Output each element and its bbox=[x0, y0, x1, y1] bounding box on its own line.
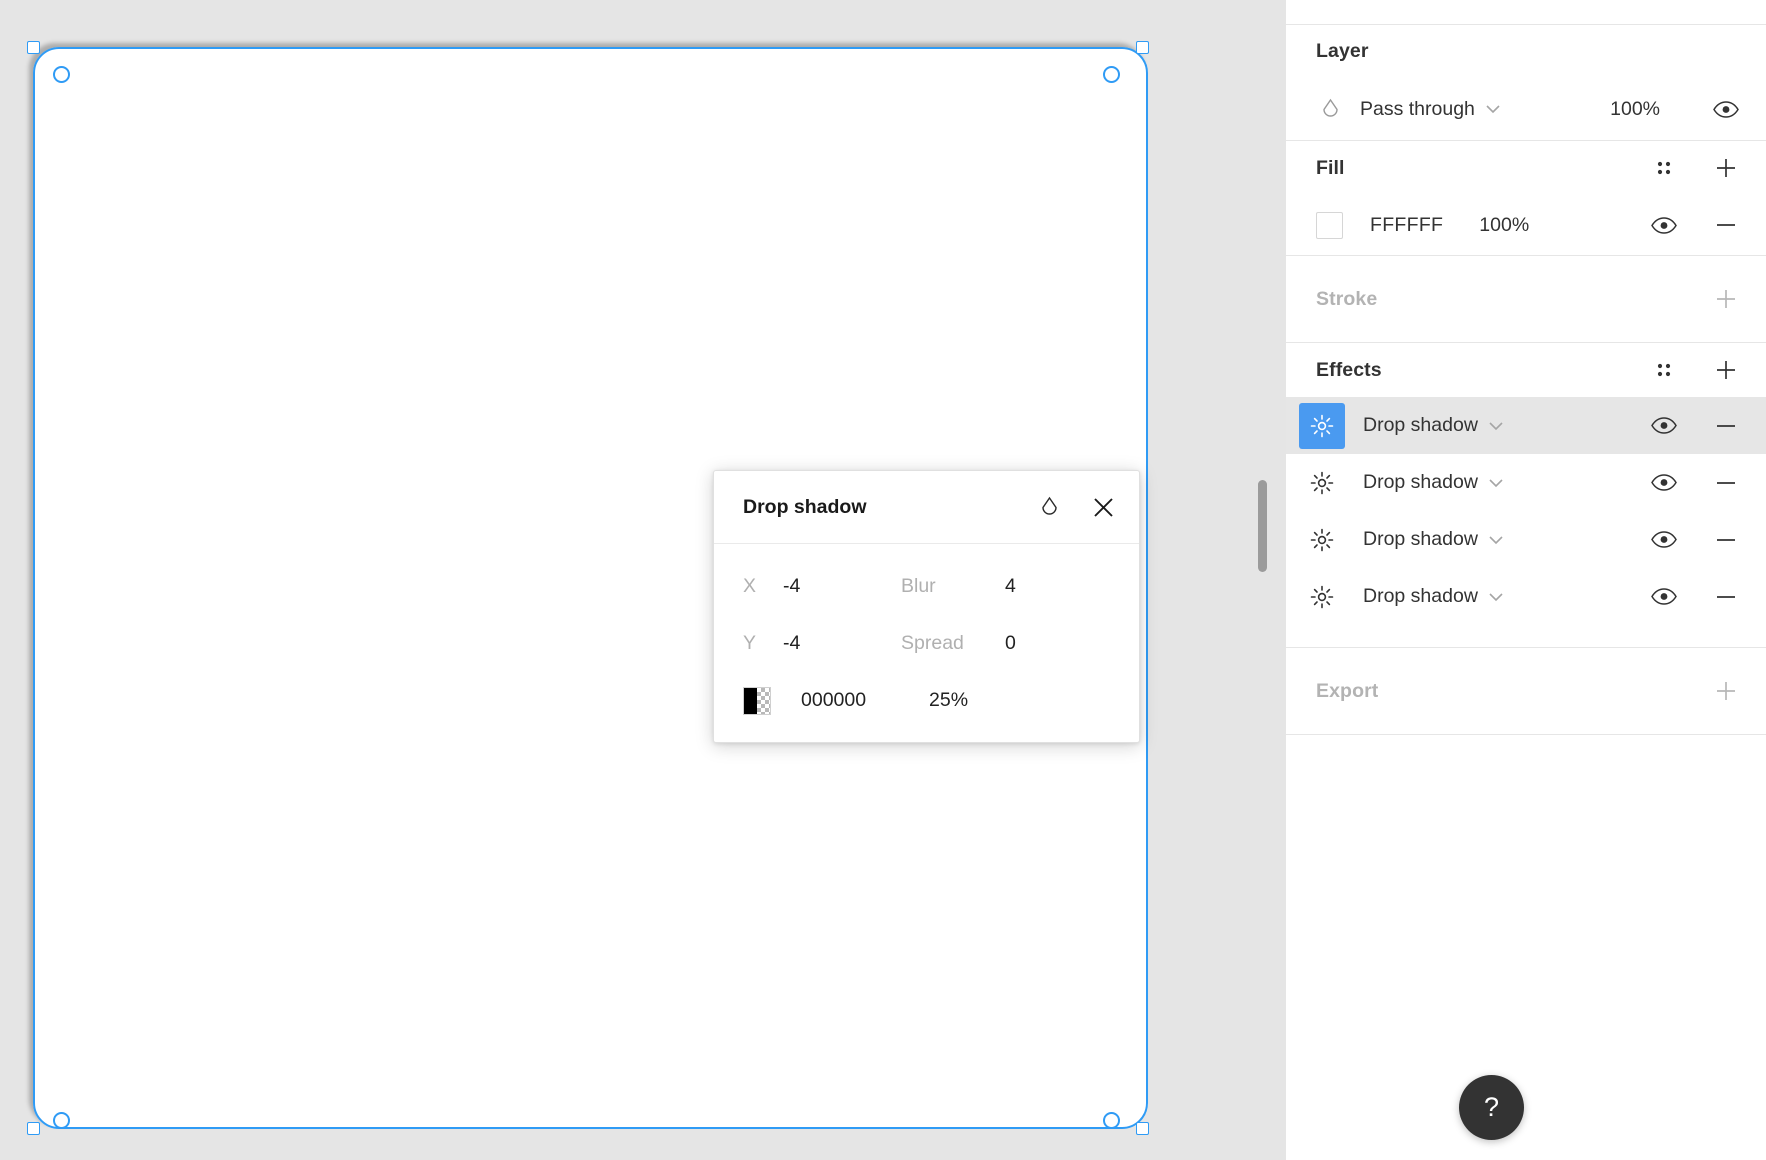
export-section-title: Export bbox=[1316, 679, 1379, 702]
help-button[interactable]: ? bbox=[1459, 1075, 1524, 1140]
popup-row-x-blur: X -4 Blur 4 bbox=[714, 558, 1139, 615]
spread-field-label: Spread bbox=[901, 632, 964, 654]
effect-label-3[interactable]: Drop shadow bbox=[1363, 585, 1478, 608]
effect-row-3[interactable]: Drop shadow bbox=[1286, 568, 1766, 625]
effect-row-0[interactable]: Drop shadow bbox=[1286, 397, 1766, 454]
effect-sun-icon[interactable] bbox=[1299, 460, 1345, 506]
effect-sun-icon[interactable] bbox=[1299, 517, 1345, 563]
stroke-section-header: Stroke bbox=[1286, 256, 1766, 342]
corner-radius-handle-bottom-right[interactable] bbox=[1103, 1112, 1120, 1129]
x-field-label: X bbox=[743, 575, 757, 597]
layer-opacity-value[interactable]: 100% bbox=[1610, 98, 1660, 121]
eye-icon[interactable] bbox=[1650, 412, 1678, 440]
effect-row-2[interactable]: Drop shadow bbox=[1286, 511, 1766, 568]
four-dot-grid-icon[interactable] bbox=[1650, 356, 1678, 384]
popup-row-color: 000000 25% bbox=[714, 672, 1139, 729]
fill-color-swatch[interactable] bbox=[1316, 211, 1343, 239]
popup-header: Drop shadow bbox=[714, 471, 1139, 544]
four-dot-grid-icon[interactable] bbox=[1650, 154, 1678, 182]
minus-icon[interactable] bbox=[1712, 583, 1740, 611]
corner-radius-handle-top-left[interactable] bbox=[53, 66, 70, 83]
layer-blend-row: Pass through 100% bbox=[1286, 78, 1766, 140]
swatch-solid-half bbox=[744, 687, 757, 714]
chevron-down-icon[interactable] bbox=[1488, 535, 1504, 545]
effect-row-1[interactable]: Drop shadow bbox=[1286, 454, 1766, 511]
resize-handle-top-left[interactable] bbox=[27, 41, 40, 54]
fill-section: Fill FFFFFF 100% bbox=[1286, 141, 1766, 256]
resize-handle-bottom-left[interactable] bbox=[27, 1122, 40, 1135]
help-button-label: ? bbox=[1483, 1092, 1500, 1122]
chevron-down-icon[interactable] bbox=[1488, 421, 1504, 431]
export-section-header: Export bbox=[1286, 648, 1766, 734]
plus-icon[interactable] bbox=[1712, 285, 1740, 313]
properties-panel: Layer Pass through 100% Fill FFFFFF 100%… bbox=[1285, 0, 1766, 1160]
minus-icon[interactable] bbox=[1712, 469, 1740, 497]
blur-field-label: Blur bbox=[901, 575, 936, 597]
chevron-down-icon[interactable] bbox=[1488, 592, 1504, 602]
layer-section: Layer Pass through 100% bbox=[1286, 24, 1766, 141]
eye-icon[interactable] bbox=[1650, 469, 1678, 497]
blend-mode-label[interactable]: Pass through bbox=[1360, 98, 1475, 121]
stroke-section-title: Stroke bbox=[1316, 287, 1378, 310]
close-icon[interactable] bbox=[1089, 493, 1117, 521]
plus-icon[interactable] bbox=[1712, 356, 1740, 384]
resize-handle-top-right[interactable] bbox=[1136, 41, 1149, 54]
popup-body: X -4 Blur 4 Y -4 Spread 0 000000 25% bbox=[714, 544, 1139, 729]
effects-section-header: Effects bbox=[1286, 343, 1766, 397]
blur-field-value[interactable]: 4 bbox=[1005, 575, 1065, 598]
popup-row-y-spread: Y -4 Spread 0 bbox=[714, 615, 1139, 672]
effect-label-0[interactable]: Drop shadow bbox=[1363, 414, 1478, 437]
fill-hex-value[interactable]: FFFFFF bbox=[1370, 214, 1443, 237]
minus-icon[interactable] bbox=[1712, 211, 1740, 239]
chevron-down-icon[interactable] bbox=[1485, 104, 1501, 114]
spread-field-value[interactable]: 0 bbox=[1005, 632, 1065, 655]
eye-icon[interactable] bbox=[1712, 95, 1740, 123]
fill-section-header: Fill bbox=[1286, 141, 1766, 195]
eye-icon[interactable] bbox=[1650, 526, 1678, 554]
y-field-value[interactable]: -4 bbox=[783, 632, 901, 655]
corner-radius-handle-top-right[interactable] bbox=[1103, 66, 1120, 83]
eye-icon[interactable] bbox=[1650, 211, 1678, 239]
effects-section: Effects Drop shadow Drop shadow Drop sha… bbox=[1286, 343, 1766, 648]
export-section: Export bbox=[1286, 648, 1766, 735]
chevron-down-icon[interactable] bbox=[1488, 478, 1504, 488]
swatch-alpha-half bbox=[757, 687, 770, 714]
effects-section-title: Effects bbox=[1316, 358, 1382, 381]
layer-section-title: Layer bbox=[1316, 39, 1369, 62]
y-field-label: Y bbox=[743, 632, 757, 654]
effect-sun-icon[interactable] bbox=[1299, 402, 1345, 449]
shadow-hex-value[interactable]: 000000 bbox=[801, 689, 929, 712]
minus-icon[interactable] bbox=[1712, 412, 1740, 440]
corner-radius-handle-bottom-left[interactable] bbox=[53, 1112, 70, 1129]
fill-item-row[interactable]: FFFFFF 100% bbox=[1286, 195, 1766, 255]
effect-sun-icon[interactable] bbox=[1299, 574, 1345, 620]
plus-icon[interactable] bbox=[1712, 677, 1740, 705]
resize-handle-bottom-right[interactable] bbox=[1136, 1122, 1149, 1135]
plus-icon[interactable] bbox=[1712, 154, 1740, 182]
x-field-value[interactable]: -4 bbox=[783, 575, 901, 598]
fill-section-title: Fill bbox=[1316, 156, 1345, 179]
effect-label-2[interactable]: Drop shadow bbox=[1363, 528, 1478, 551]
shadow-color-swatch[interactable] bbox=[743, 686, 771, 715]
fill-opacity-value[interactable]: 100% bbox=[1479, 214, 1529, 237]
minus-icon[interactable] bbox=[1712, 526, 1740, 554]
figma-window: Layer Pass through 100% Fill FFFFFF 100%… bbox=[0, 0, 1766, 1160]
stroke-section: Stroke bbox=[1286, 256, 1766, 343]
eye-icon[interactable] bbox=[1650, 583, 1678, 611]
popup-title: Drop shadow bbox=[743, 495, 867, 518]
droplet-icon[interactable] bbox=[1316, 95, 1344, 123]
drop-shadow-popup[interactable]: Drop shadow X -4 Blur 4 Y -4 Spread 0 00… bbox=[713, 470, 1140, 743]
effect-label-1[interactable]: Drop shadow bbox=[1363, 471, 1478, 494]
layer-section-header: Layer bbox=[1286, 24, 1766, 78]
droplet-icon[interactable] bbox=[1035, 493, 1063, 521]
shadow-opacity-value[interactable]: 25% bbox=[929, 689, 968, 712]
canvas-vertical-scrollbar[interactable] bbox=[1258, 480, 1267, 572]
